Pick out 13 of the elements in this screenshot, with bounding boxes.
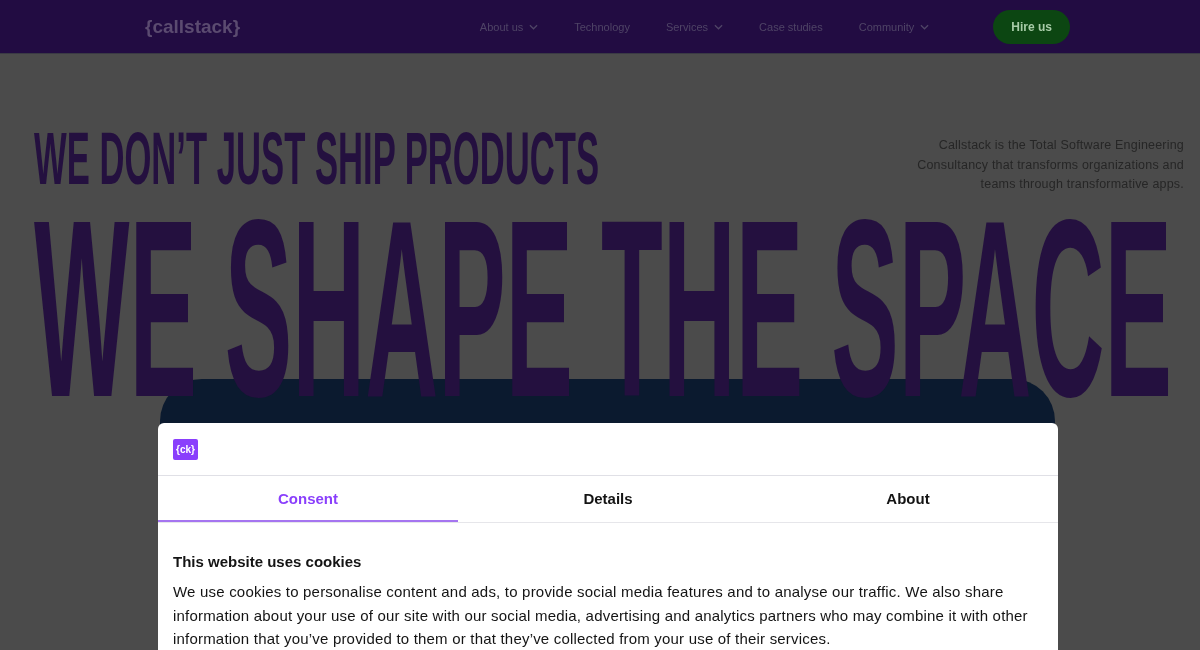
chevron-down-icon xyxy=(529,23,539,30)
dialog-tab[interactable]: About xyxy=(758,476,1058,522)
dialog-title: This website uses cookies xyxy=(173,553,363,570)
hero-headline: WE SHAPE THE SPACE xyxy=(34,216,1172,401)
dialog-tab[interactable]: Consent xyxy=(158,476,458,522)
site-logo[interactable]: {callstack} xyxy=(145,15,241,38)
chevron-down-icon xyxy=(920,23,930,30)
hire-us-button[interactable]: Hire us xyxy=(993,9,1070,44)
dialog-text: We use cookies to personalise content and ads, to provide social media features and to analyse our traffic. We also share information about your use of our site with our social media, advertising and analytics partners who may combine it with other information that you’ve provided to them or that they’ve collected from your use of their services. xyxy=(173,582,1029,649)
brand-logo: {ck} xyxy=(173,438,198,460)
hero-kicker: WE DON’T JUST SHIP PRODUCTS xyxy=(34,130,600,188)
chevron-down-icon xyxy=(714,23,724,30)
dialog-tab[interactable]: Details xyxy=(458,476,758,522)
